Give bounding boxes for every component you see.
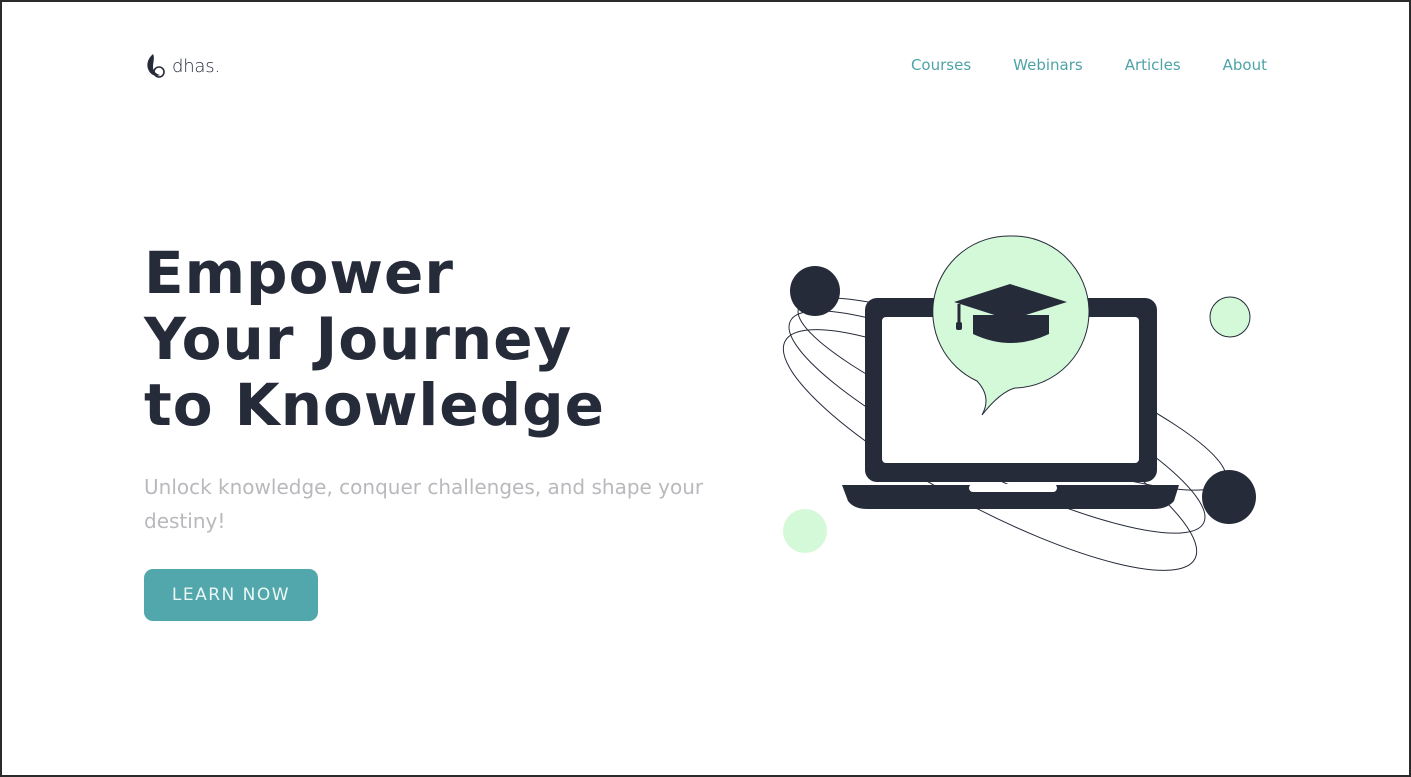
- brand-logo[interactable]: dhas.: [144, 52, 220, 80]
- main-nav: Courses Webinars Articles About: [911, 56, 1267, 74]
- nav-link-courses[interactable]: Courses: [911, 56, 971, 74]
- hero-title-line-2: Your Journey: [144, 305, 573, 373]
- dark-dot-right-icon: [1202, 470, 1256, 524]
- nav-link-webinars[interactable]: Webinars: [1013, 56, 1083, 74]
- brand-name: dhas.: [172, 55, 220, 77]
- mint-dot-right-icon: [1209, 296, 1251, 338]
- nav-link-about[interactable]: About: [1223, 56, 1267, 74]
- mint-dot-left-icon: [783, 509, 827, 553]
- page-frame: dhas. Courses Webinars Articles About Em…: [0, 0, 1411, 777]
- hero-subtitle: Unlock knowledge, conquer challenges, an…: [144, 475, 704, 533]
- learn-now-button[interactable]: LEARN NOW: [144, 569, 318, 621]
- nav-link-articles[interactable]: Articles: [1125, 56, 1181, 74]
- hero-title-line-1: Empower: [144, 239, 454, 307]
- hero-title-line-3: to Knowledge: [144, 371, 606, 439]
- hero-title: Empower Your Journey to Knowledge: [144, 240, 605, 438]
- hero-illustration: [782, 235, 1256, 571]
- crescent-drop-icon: [147, 54, 165, 78]
- dark-dot-left-icon: [790, 266, 840, 316]
